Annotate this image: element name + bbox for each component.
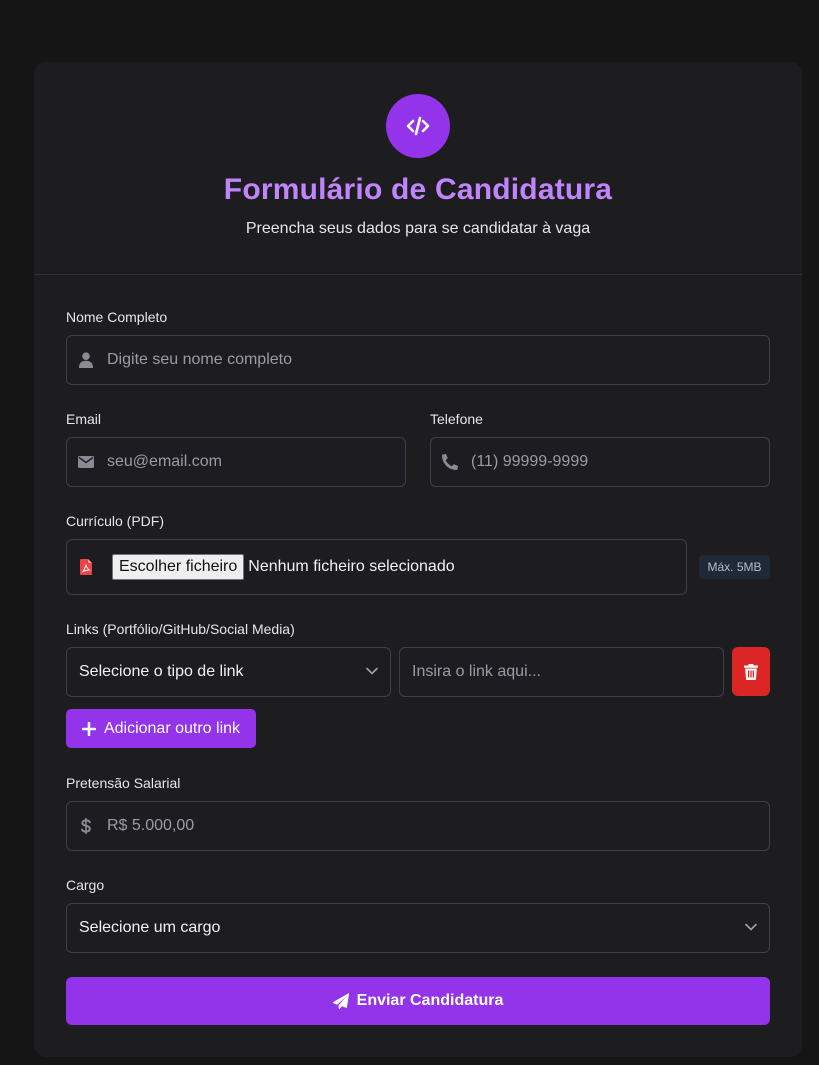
link-url-input[interactable]: Insira o link aqui... bbox=[399, 647, 724, 697]
dollar-icon bbox=[78, 818, 94, 834]
resume-file-field[interactable]: Escolher ficheiro Nenhum ficheiro seleci… bbox=[66, 539, 687, 595]
email-placeholder: seu@email.com bbox=[107, 453, 222, 470]
submit-label: Enviar Candidatura bbox=[356, 992, 504, 1009]
name-label: Nome Completo bbox=[66, 309, 168, 325]
page-title: Formulário de Candidatura bbox=[223, 173, 613, 206]
max-size-badge: Máx. 5MB bbox=[699, 555, 770, 579]
role-select[interactable]: Selecione um cargo bbox=[66, 903, 770, 953]
add-link-label: Adicionar outro link bbox=[103, 719, 241, 737]
page-subtitle: Preencha seus dados para se candidatar à… bbox=[245, 220, 591, 237]
role-value: Selecione um cargo bbox=[79, 919, 221, 936]
salary-placeholder: R$ 5.000,00 bbox=[107, 817, 195, 834]
user-icon bbox=[78, 352, 94, 368]
name-placeholder: Digite seu nome completo bbox=[107, 351, 292, 368]
envelope-icon bbox=[78, 454, 94, 470]
email-label: Email bbox=[66, 411, 102, 427]
salary-field[interactable]: R$ 5.000,00 bbox=[66, 801, 770, 851]
submit-button[interactable]: Enviar Candidatura bbox=[66, 977, 770, 1025]
email-field[interactable]: seu@email.com bbox=[66, 437, 406, 487]
phone-field[interactable]: (11) 99999-9999 bbox=[430, 437, 770, 487]
file-status: Nenhum ficheiro selecionado bbox=[248, 558, 455, 575]
phone-icon bbox=[442, 454, 458, 470]
link-type-value: Selecione o tipo de link bbox=[79, 663, 244, 680]
phone-label: Telefone bbox=[430, 411, 483, 427]
code-logo bbox=[386, 94, 450, 158]
code-icon bbox=[406, 116, 430, 136]
role-label: Cargo bbox=[66, 877, 105, 893]
choose-file-button[interactable]: Escolher ficheiro bbox=[112, 554, 245, 580]
form-header: Formulário de Candidatura Preencha seus … bbox=[34, 62, 802, 275]
paper-plane-icon bbox=[332, 993, 349, 1009]
trash-icon bbox=[744, 663, 758, 680]
remove-link-button[interactable] bbox=[732, 647, 770, 696]
file-pdf-icon bbox=[78, 559, 94, 575]
add-link-button[interactable]: Adicionar outro link bbox=[66, 709, 256, 748]
link-url-placeholder: Insira o link aqui... bbox=[412, 663, 541, 680]
resume-label: Currículo (PDF) bbox=[66, 513, 165, 529]
plus-icon bbox=[81, 721, 96, 736]
chevron-down-icon bbox=[745, 923, 757, 931]
links-label: Links (Portfólio/GitHub/Social Media) bbox=[66, 621, 295, 637]
phone-placeholder: (11) 99999-9999 bbox=[471, 453, 589, 470]
salary-label: Pretensão Salarial bbox=[66, 775, 181, 791]
chevron-down-icon bbox=[366, 667, 378, 675]
link-type-select[interactable]: Selecione o tipo de link bbox=[66, 647, 391, 697]
name-field[interactable]: Digite seu nome completo bbox=[66, 335, 770, 385]
application-card: Formulário de Candidatura Preencha seus … bbox=[34, 62, 802, 1057]
